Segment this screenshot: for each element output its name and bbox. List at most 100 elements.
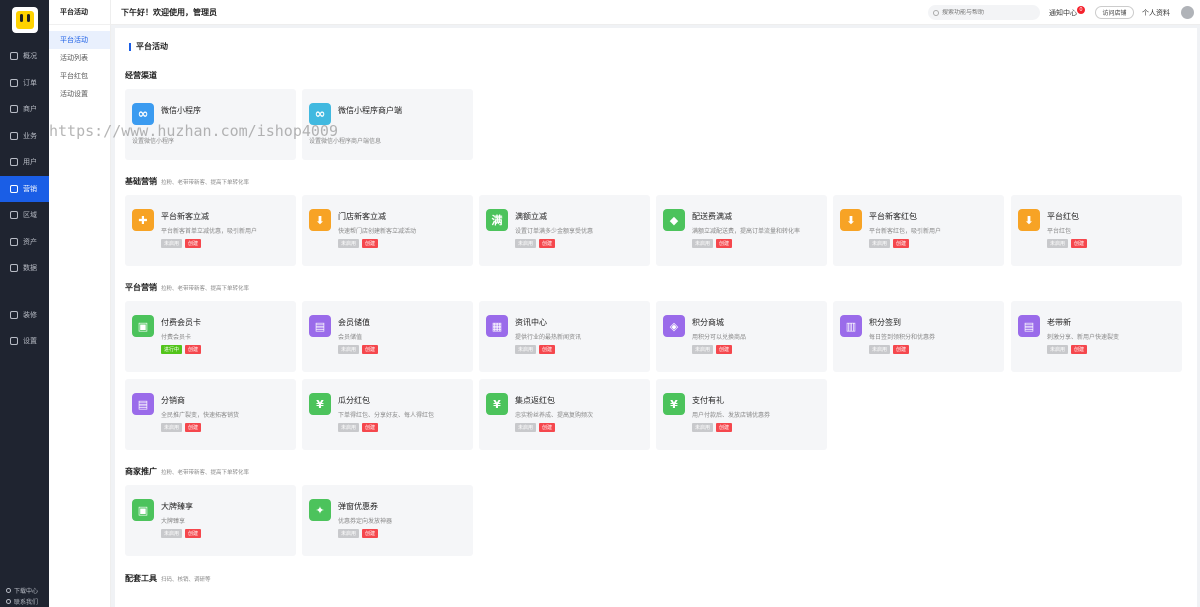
- sidebar-item-label: 装修: [23, 310, 37, 319]
- create-button[interactable]: 创建: [716, 239, 733, 248]
- activity-tags: 未启用 创建: [1047, 345, 1088, 354]
- create-button[interactable]: 创建: [362, 239, 379, 248]
- status-badge: 未启用: [338, 239, 360, 248]
- download-center-link[interactable]: 下载中心: [0, 585, 49, 596]
- section-note: 拉粉、老带带新客、提高下单转化率: [161, 286, 250, 292]
- section-title-text: 商家推广: [125, 467, 157, 476]
- sidebar-item-label: 资产: [23, 237, 37, 246]
- main-nav: 概况 订单 商户 业务 用户 营销 区域 资产 数据 装修 设置: [0, 43, 49, 355]
- create-button[interactable]: 创建: [893, 345, 910, 354]
- create-button[interactable]: 创建: [185, 529, 202, 538]
- subnav-item-activity-list[interactable]: 活动列表: [49, 49, 110, 67]
- sidebar-item-assets[interactable]: 资产: [0, 229, 49, 256]
- subnav-item-activity-settings[interactable]: 活动设置: [49, 85, 110, 103]
- activity-tags: 未启用 创建: [161, 423, 202, 432]
- download-icon: [6, 588, 11, 593]
- sidebar-item-business[interactable]: 业务: [0, 123, 49, 150]
- activity-name: 老带新: [1047, 318, 1071, 327]
- activity-name: 积分签到: [869, 318, 901, 327]
- app-logo[interactable]: [11, 7, 38, 33]
- activity-card[interactable]: 满满额立减 设置订单满多少金额享受优惠 未启用 创建: [479, 195, 650, 266]
- activity-description: 提供行业的最热新闻资讯: [515, 334, 582, 341]
- create-button[interactable]: 创建: [362, 529, 379, 538]
- sidebar-item-merchants[interactable]: 商户: [0, 96, 49, 123]
- subnav-item-platform-redpack[interactable]: 平台红包: [49, 67, 110, 85]
- activity-card[interactable]: ◈ 积分商城 用积分可以兑换商品 未启用 创建: [656, 301, 827, 372]
- create-button[interactable]: 创建: [362, 345, 379, 354]
- sidebar-item-decoration[interactable]: 装修: [0, 302, 49, 329]
- sidebar-item-overview[interactable]: 概况: [0, 43, 49, 70]
- activity-tags: 未启用 创建: [869, 239, 910, 248]
- activity-card[interactable]: ∞ 微信小程序商户端 设置微信小程序商户端信息: [302, 89, 473, 160]
- activity-card[interactable]: ▣ 付费会员卡 付费会员卡 进行中 创建: [125, 301, 296, 372]
- status-badge: 未启用: [869, 239, 891, 248]
- create-button[interactable]: 创建: [539, 239, 556, 248]
- contact-us-link[interactable]: 联系我们: [0, 596, 49, 607]
- search-box[interactable]: [928, 5, 1040, 20]
- activity-name: 支付有礼: [692, 396, 724, 405]
- sidebar-item-marketing[interactable]: 营销: [0, 175, 49, 202]
- sidebar-item-orders[interactable]: 订单: [0, 70, 49, 97]
- greeting-text: 下午好！欢迎使用，管理员: [121, 7, 217, 17]
- create-button[interactable]: 创建: [539, 423, 556, 432]
- activity-name: 集点返红包: [515, 396, 555, 405]
- activity-card[interactable]: ▦ 资讯中心 提供行业的最热新闻资讯 未启用 创建: [479, 301, 650, 372]
- create-button[interactable]: 创建: [1071, 239, 1088, 248]
- activity-card[interactable]: ✦ 弹窗优惠券 优惠券定向发放神器 未启用 创建: [302, 485, 473, 556]
- activity-card[interactable]: ▤ 会员储值 会员储值 未启用 创建: [302, 301, 473, 372]
- section-title-text: 经营渠道: [125, 71, 157, 80]
- notification-count-badge: 0: [1077, 6, 1085, 14]
- create-button[interactable]: 创建: [539, 345, 556, 354]
- create-button[interactable]: 创建: [362, 423, 379, 432]
- activity-card[interactable]: ▥ 积分签到 每日签到领积分和优惠券 未启用 创建: [833, 301, 1004, 372]
- notification-center-link[interactable]: 通知中心: [1049, 8, 1077, 18]
- activity-icon: ⬇: [840, 209, 862, 231]
- activity-card[interactable]: ◆ 配送费满减 满额立减配送费，提高订单流量和转化率 未启用 创建: [656, 195, 827, 266]
- activity-card[interactable]: ▤ 分销商 全民推广裂变，快速拓客销货 未启用 创建: [125, 379, 296, 450]
- activity-card[interactable]: ⬇ 平台红包 平台红包 未启用 创建: [1011, 195, 1182, 266]
- activity-description: 设置订单满多少金额享受优惠: [515, 228, 594, 235]
- sidebar-item-regions[interactable]: 区域: [0, 202, 49, 229]
- decoration-icon: [10, 310, 18, 319]
- activity-tags: 未启用 创建: [338, 529, 379, 538]
- activity-card[interactable]: ✚ 平台新客立减 平台新客首单立减优惠，吸引新用户 未启用 创建: [125, 195, 296, 266]
- logo-mark: [15, 11, 34, 29]
- activity-card[interactable]: ⬇ 平台新客红包 平台新客红包，吸引新用户 未启用 创建: [833, 195, 1004, 266]
- status-badge: 未启用: [515, 345, 537, 354]
- search-input[interactable]: [942, 9, 1037, 16]
- profile-link[interactable]: 个人资料: [1142, 8, 1170, 18]
- create-button[interactable]: 创建: [185, 239, 202, 248]
- overview-icon: [10, 52, 18, 61]
- sidebar-item-label: 概况: [23, 52, 37, 61]
- activity-card[interactable]: ▣ 大牌臻享 大牌臻享 未启用 创建: [125, 485, 296, 556]
- activity-card[interactable]: ⬇ 门店新客立减 快速帮门店创建新客立减活动 未启用 创建: [302, 195, 473, 266]
- subnav-item-platform-activity[interactable]: 平台活动: [49, 31, 110, 49]
- status-badge: 未启用: [1047, 239, 1069, 248]
- create-button[interactable]: 创建: [185, 423, 202, 432]
- create-button[interactable]: 创建: [716, 423, 733, 432]
- sidebar-item-data[interactable]: 数据: [0, 255, 49, 282]
- sidebar-item-settings[interactable]: 设置: [0, 328, 49, 355]
- activity-card[interactable]: ¥ 集点返红包 忠实粉丝养成、提高复购频次 未启用 创建: [479, 379, 650, 450]
- section-title-tools: 配套工具 扫码、核销、调研等: [125, 573, 211, 584]
- avatar[interactable]: [1181, 6, 1194, 19]
- create-button[interactable]: 创建: [893, 239, 910, 248]
- contact-us-label: 联系我们: [14, 599, 39, 606]
- visit-store-button[interactable]: 访问店铺: [1095, 6, 1134, 19]
- activity-tags: 未启用 创建: [161, 529, 202, 538]
- activity-tags: 未启用 创建: [338, 423, 379, 432]
- create-button[interactable]: 创建: [1071, 345, 1088, 354]
- activity-card[interactable]: ∞ 微信小程序 设置微信小程序: [125, 89, 296, 160]
- activity-icon: ▤: [1018, 315, 1040, 337]
- activity-card[interactable]: ¥ 瓜分红包 下单得红包、分享好友、每人得红包 未启用 创建: [302, 379, 473, 450]
- sidebar-item-users[interactable]: 用户: [0, 149, 49, 176]
- activity-description: 满额立减配送费，提高订单流量和转化率: [692, 228, 801, 235]
- section-title-basic: 基础营销 拉粉、老带带新客、提高下单转化率: [125, 176, 249, 187]
- activity-card[interactable]: ¥ 支付有礼 用户付款后、发放店铺优惠券 未启用 创建: [656, 379, 827, 450]
- activity-icon: ▥: [840, 315, 862, 337]
- activity-card[interactable]: ▤ 老带新 刺激分享、新用户快速裂变 未启用 创建: [1011, 301, 1182, 372]
- create-button[interactable]: 创建: [185, 345, 202, 354]
- activity-icon: ∞: [309, 103, 331, 125]
- activity-tags: 未启用 创建: [869, 345, 910, 354]
- create-button[interactable]: 创建: [716, 345, 733, 354]
